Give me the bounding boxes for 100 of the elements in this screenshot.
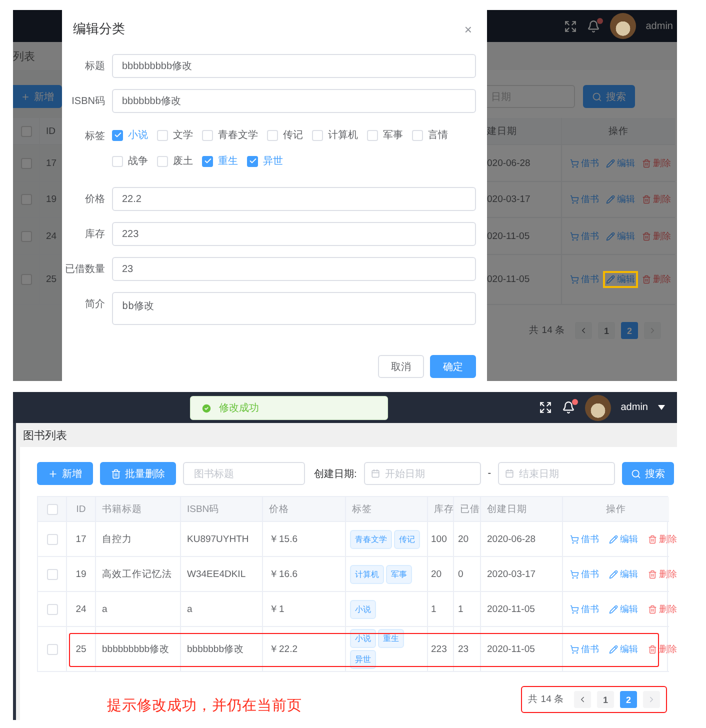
close-button[interactable]: ×	[464, 22, 472, 36]
table-cell: 020-11-05	[487, 255, 562, 305]
borrow-link[interactable]: 借书	[567, 228, 602, 244]
start-date-field[interactable]: 开始日期	[364, 462, 481, 485]
batch-delete-button[interactable]: 批量删除	[100, 462, 176, 485]
breadcrumb[interactable]: 列表	[13, 48, 35, 64]
cart-icon	[570, 195, 579, 204]
borrow-link[interactable]: 借书	[567, 191, 602, 208]
input-field[interactable]: 223	[112, 222, 476, 246]
page-button[interactable]: 1	[598, 322, 615, 339]
chevron-right-icon	[648, 326, 657, 335]
table-cell: 2020-11-05	[481, 592, 563, 627]
edit-link[interactable]: 编辑	[603, 271, 638, 288]
table-cell: ￥22.2	[263, 627, 346, 672]
delete-link[interactable]: 删除	[645, 530, 680, 548]
edit-link[interactable]: 编辑	[606, 530, 641, 548]
table-cell: 020-06-28	[487, 145, 562, 182]
table-cell: ￥1	[263, 592, 346, 627]
edit-link[interactable]: 编辑	[606, 566, 641, 582]
edit-link[interactable]: 编辑	[606, 600, 641, 618]
table-cell: 020-03-17	[487, 182, 562, 218]
borrow-link[interactable]: 借书	[567, 154, 602, 172]
checkbox-label[interactable]: 青春文学	[218, 128, 258, 142]
user-name[interactable]: admin	[620, 402, 648, 413]
search-button[interactable]: 搜索	[622, 462, 674, 485]
table-cell: bbbbbbb修改	[181, 627, 263, 672]
page-button[interactable]: 2	[620, 691, 637, 708]
edit-link[interactable]: 编辑	[603, 228, 638, 244]
pencil-icon	[606, 232, 615, 240]
chevron-left-icon	[579, 326, 588, 335]
page-button[interactable]: 1	[597, 691, 614, 708]
checkbox-label[interactable]: 军事	[383, 128, 403, 142]
confirm-button[interactable]: 确定	[430, 355, 476, 378]
avatar[interactable]	[584, 394, 611, 420]
pencil-icon	[606, 195, 615, 204]
checkbox-label[interactable]: 异世	[263, 154, 283, 168]
user-name[interactable]: admin	[646, 20, 673, 32]
search-button[interactable]: 搜索	[583, 85, 635, 108]
checkbox[interactable]	[247, 156, 258, 166]
input-field[interactable]: bbbbbbb修改	[112, 89, 476, 113]
column-header: 已借	[454, 497, 481, 522]
breadcrumb[interactable]: 图书列表	[23, 428, 67, 442]
delete-link[interactable]: 删除	[639, 191, 674, 208]
table-cell: 23	[454, 627, 481, 672]
input-field[interactable]: 22.2	[112, 187, 476, 211]
date-separator: -	[488, 468, 492, 479]
prev-page-button[interactable]	[575, 322, 592, 339]
bell-icon[interactable]	[562, 401, 575, 414]
checkbox-label[interactable]: 计算机	[328, 128, 358, 142]
borrow-link[interactable]: 借书	[567, 271, 602, 288]
cancel-button[interactable]: 取消	[378, 355, 424, 378]
trash-icon	[111, 468, 121, 478]
pencil-icon	[606, 158, 615, 168]
cart-icon	[570, 604, 579, 614]
checkbox-label[interactable]: 文学	[173, 128, 193, 142]
add-button[interactable]: 新增	[13, 85, 62, 108]
checkbox[interactable]	[112, 130, 123, 140]
checkbox-label[interactable]: 废土	[173, 154, 193, 168]
page-button[interactable]: 2	[621, 322, 638, 339]
end-date-field[interactable]: 结束日期	[498, 462, 616, 485]
cart-icon	[570, 275, 579, 284]
table-cell: KU897UYHTH	[181, 522, 263, 557]
tag: 计算机	[350, 564, 384, 584]
edit-link[interactable]: 编辑	[603, 154, 638, 172]
fullscreen-icon[interactable]	[538, 401, 552, 414]
checkbox-label[interactable]: 言情	[428, 128, 448, 142]
borrow-link[interactable]: 借书	[567, 530, 602, 548]
pencil-icon	[609, 644, 618, 654]
tag: 小说	[350, 629, 376, 648]
avatar[interactable]	[610, 13, 636, 39]
delete-link[interactable]: 删除	[645, 600, 680, 618]
delete-link[interactable]: 删除	[639, 271, 674, 288]
borrow-link[interactable]: 借书	[567, 566, 602, 582]
trash-icon	[648, 644, 657, 654]
next-page-button[interactable]	[644, 322, 661, 339]
title-search-field[interactable]: 图书标题	[183, 462, 305, 485]
next-page-button[interactable]	[643, 691, 660, 708]
edit-link[interactable]: 编辑	[606, 640, 641, 658]
chevron-right-icon	[647, 695, 656, 704]
delete-link[interactable]: 删除	[639, 154, 674, 172]
checkbox-label[interactable]: 小说	[128, 128, 148, 142]
delete-link[interactable]: 删除	[645, 566, 680, 582]
borrow-link[interactable]: 借书	[567, 640, 602, 658]
prev-page-button[interactable]	[574, 691, 591, 708]
borrow-link[interactable]: 借书	[567, 600, 602, 618]
field-label: 标题	[84, 60, 105, 73]
field-label: ISBN码	[70, 95, 105, 108]
edit-link[interactable]: 编辑	[603, 191, 638, 208]
checkbox-label[interactable]: 传记	[283, 128, 303, 142]
checkbox-label[interactable]: 战争	[128, 154, 148, 168]
column-header: 标签	[346, 497, 428, 522]
text-area[interactable]: bb修改	[112, 292, 476, 325]
delete-link[interactable]: 删除	[639, 228, 674, 244]
input-field[interactable]: 23	[112, 257, 476, 281]
checkbox-label[interactable]: 重生	[218, 154, 238, 168]
add-button[interactable]: 新增	[37, 462, 93, 485]
delete-link[interactable]: 删除	[645, 640, 680, 658]
input-field[interactable]: bbbbbbbbb修改	[112, 54, 476, 78]
checkbox[interactable]	[202, 156, 213, 166]
table-cell: 20	[428, 557, 454, 592]
